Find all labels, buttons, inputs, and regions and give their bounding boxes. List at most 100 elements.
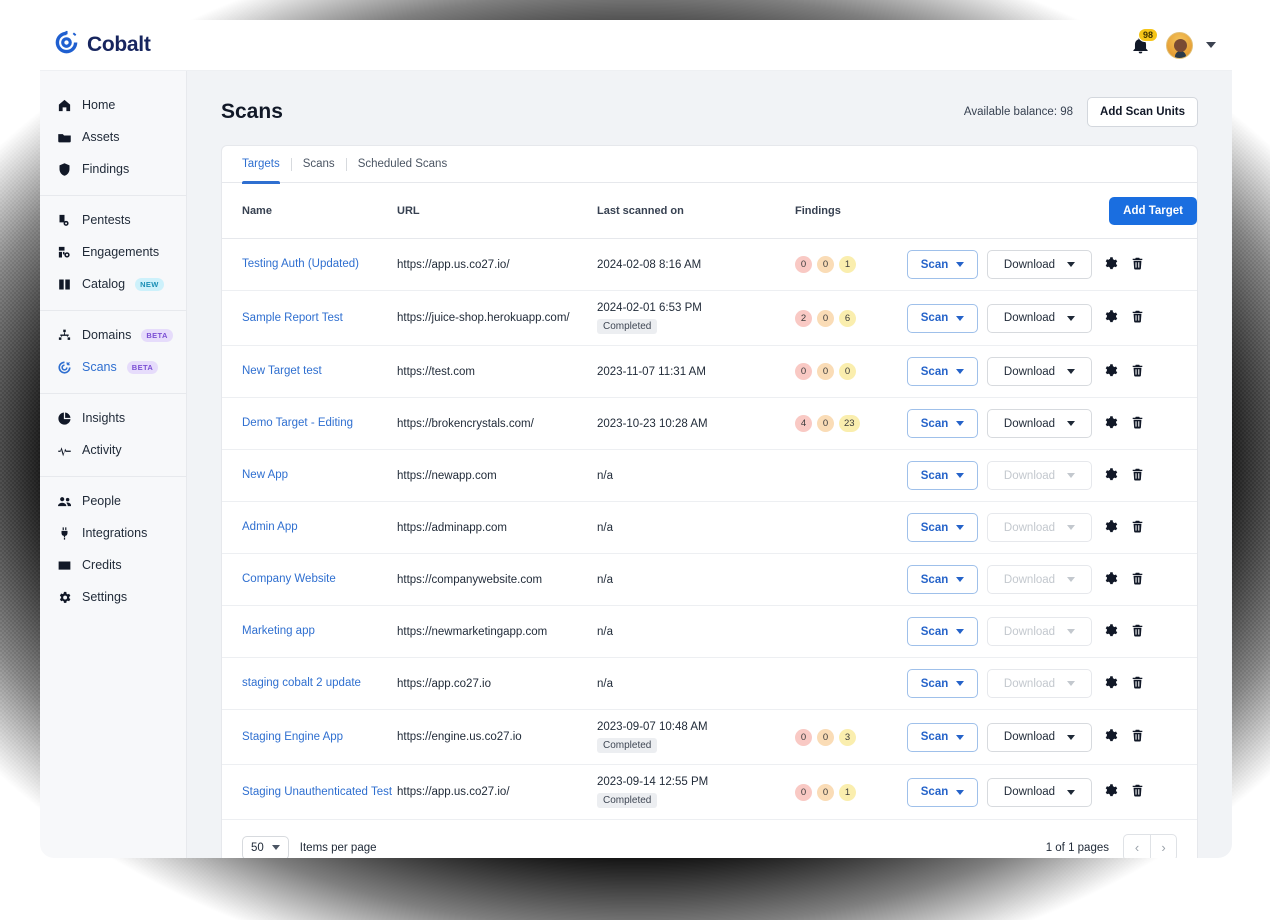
delete-button[interactable] [1128,623,1146,641]
column-header-findings: Findings [795,183,907,239]
scan-button[interactable]: Scan [907,723,978,752]
settings-button[interactable] [1101,363,1119,381]
delete-button[interactable] [1128,728,1146,746]
target-name-link[interactable]: Testing Auth (Updated) [242,257,397,272]
chevron-down-icon [956,790,964,795]
sidebar-item-assets[interactable]: Assets [40,121,186,153]
scan-button-label: Scan [921,366,949,378]
notifications-button[interactable]: 98 [1131,33,1153,57]
tab-targets[interactable]: Targets [242,146,291,183]
settings-button[interactable] [1101,783,1119,801]
sidebar-item-home[interactable]: Home [40,89,186,121]
cell-findings [795,502,907,554]
target-name-link[interactable]: New App [242,468,397,483]
sidebar-item-people[interactable]: People [40,485,186,517]
target-name-link[interactable]: Marketing app [242,624,397,639]
sidebar-item-engagements[interactable]: Engagements [40,236,186,268]
scan-button[interactable]: Scan [907,304,978,333]
cell-name: Testing Auth (Updated) [222,239,397,291]
target-name-link[interactable]: Admin App [242,520,397,535]
scan-button[interactable]: Scan [907,461,978,490]
cell-actions: Scan Download [907,239,1197,291]
targets-table: Name URL Last scanned on Findings Add Ta… [222,183,1197,820]
target-name-link[interactable]: Demo Target - Editing [242,416,397,431]
settings-button[interactable] [1101,256,1119,274]
delete-button[interactable] [1128,415,1146,433]
delete-button[interactable] [1128,571,1146,589]
settings-button[interactable] [1101,571,1119,589]
chevron-down-icon[interactable] [1206,42,1216,48]
settings-button[interactable] [1101,519,1119,537]
download-button[interactable]: Download [987,723,1092,752]
delete-button[interactable] [1128,519,1146,537]
next-page-button[interactable]: › [1150,834,1177,858]
target-name-link[interactable]: Sample Report Test [242,311,397,326]
brand-name: Cobalt [87,33,151,57]
target-name-link[interactable]: Staging Unauthenticated Test [242,785,397,800]
cell-last-scanned: n/a [597,606,795,658]
sidebar-item-domains[interactable]: DomainsBETA [40,319,186,351]
sidebar-item-pentests[interactable]: Pentests [40,204,186,236]
row-actions: ScanDownload [907,461,1197,490]
brand-logo[interactable]: Cobalt [54,30,151,60]
chevron-down-icon [956,369,964,374]
delete-button[interactable] [1128,675,1146,693]
scan-button[interactable]: Scan [907,778,978,807]
sidebar-item-settings[interactable]: Settings [40,581,186,613]
sidebar-item-insights[interactable]: Insights [40,402,186,434]
sidebar-item-integrations[interactable]: Integrations [40,517,186,549]
download-button[interactable]: Download [987,357,1092,386]
scan-button[interactable]: Scan [907,513,978,542]
settings-button[interactable] [1101,623,1119,641]
sidebar-item-label: Integrations [82,526,147,540]
cell-url: https://engine.us.co27.io [397,710,597,765]
sidebar-item-findings[interactable]: Findings [40,153,186,185]
people-icon [56,493,72,509]
scan-button[interactable]: Scan [907,669,978,698]
scan-button[interactable]: Scan [907,409,978,438]
settings-button[interactable] [1101,415,1119,433]
download-button[interactable]: Download [987,778,1092,807]
scan-button[interactable]: Scan [907,357,978,386]
settings-button[interactable] [1101,675,1119,693]
delete-button[interactable] [1128,467,1146,485]
target-name-link[interactable]: New Target test [242,364,397,379]
finding-badge: 2 [795,310,812,327]
download-button[interactable]: Download [987,409,1092,438]
items-per-page-select[interactable]: 50 [242,836,289,859]
folder-icon [56,129,72,145]
row-actions: Scan Download [907,250,1197,279]
scan-button[interactable]: Scan [907,617,978,646]
top-bar: Cobalt 98 [40,20,1232,71]
download-button[interactable]: Download [987,250,1092,279]
add-scan-units-button[interactable]: Add Scan Units [1087,97,1198,127]
avatar[interactable] [1166,32,1193,59]
sidebar-item-catalog[interactable]: CatalogNEW [40,268,186,300]
tab-scheduled-scans[interactable]: Scheduled Scans [347,146,459,183]
sidebar-item-scans[interactable]: ScansBETA [40,351,186,383]
scan-button[interactable]: Scan [907,250,978,279]
delete-button[interactable] [1128,309,1146,327]
download-button[interactable]: Download [987,304,1092,333]
settings-button[interactable] [1101,728,1119,746]
prev-page-button[interactable]: ‹ [1123,834,1150,858]
row-actions: ScanDownload [907,565,1197,594]
add-target-button[interactable]: Add Target [1109,197,1197,225]
delete-button[interactable] [1128,783,1146,801]
cobalt-logo-icon [54,30,79,60]
target-name-link[interactable]: staging cobalt 2 update [242,676,397,691]
target-name-link[interactable]: Staging Engine App [242,730,397,745]
delete-button[interactable] [1128,363,1146,381]
delete-button[interactable] [1128,256,1146,274]
sidebar-item-credits[interactable]: Credits [40,549,186,581]
settings-button[interactable] [1101,467,1119,485]
cell-url: https://app.us.co27.io/ [397,765,597,820]
cell-actions: ScanDownload [907,658,1197,710]
target-name-link[interactable]: Company Website [242,572,397,587]
gear-icon [1103,363,1118,381]
scan-button[interactable]: Scan [907,565,978,594]
settings-button[interactable] [1101,309,1119,327]
tab-scans[interactable]: Scans [292,146,346,183]
sidebar-item-activity[interactable]: Activity [40,434,186,466]
status-badge: Completed [597,319,657,334]
